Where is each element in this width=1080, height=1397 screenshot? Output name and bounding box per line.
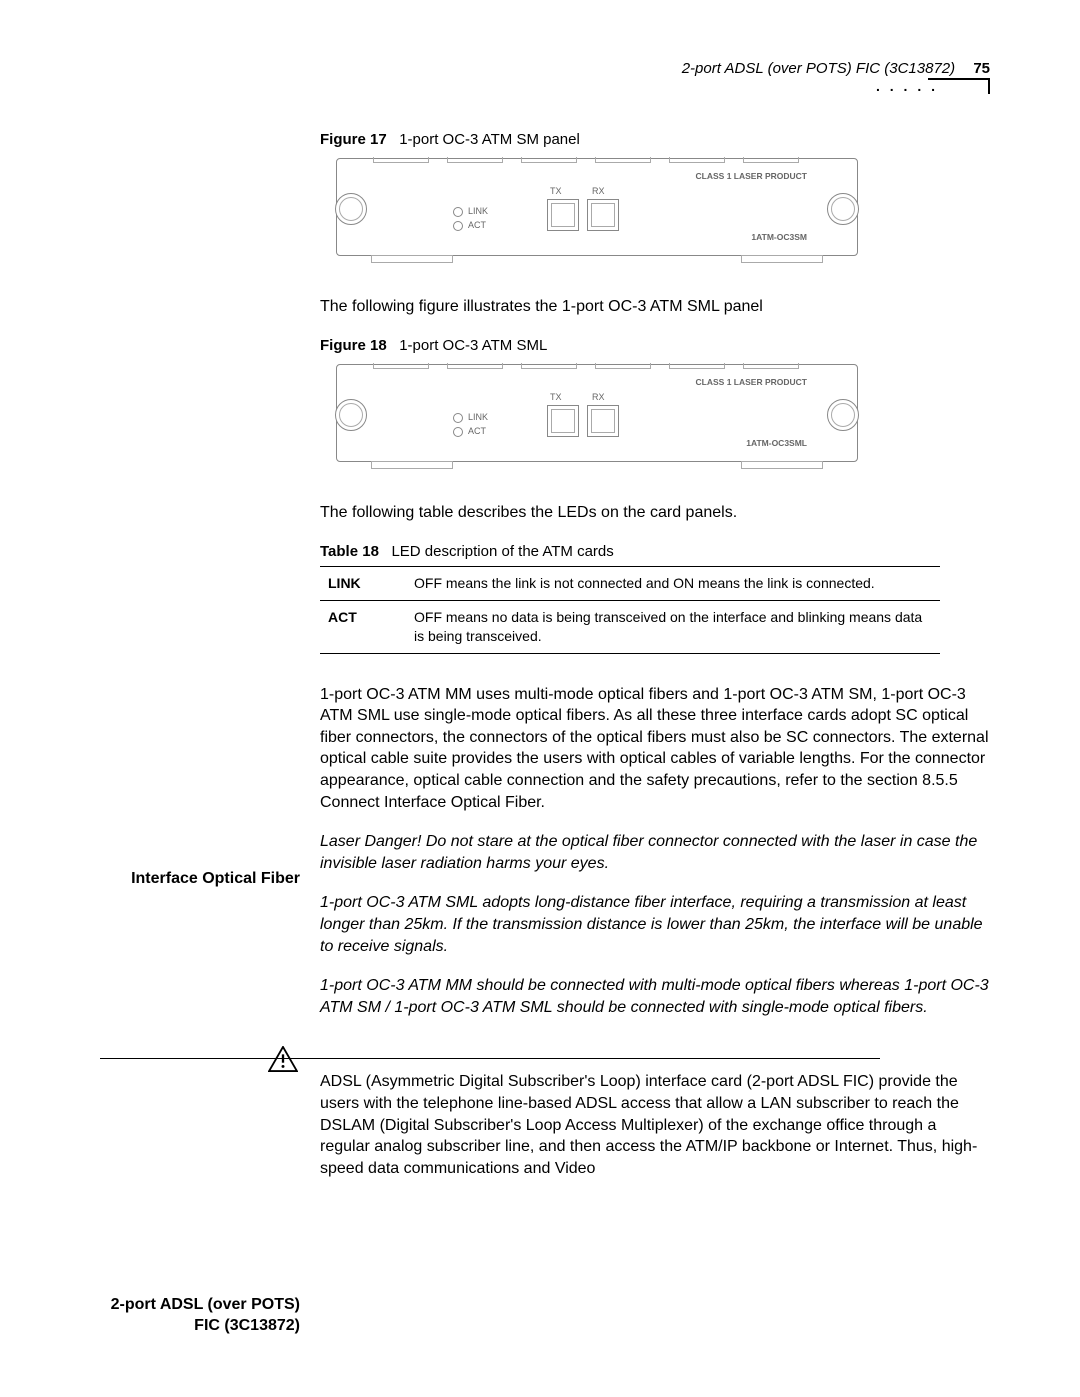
rx-port-icon [587, 405, 619, 437]
screw-icon [827, 399, 859, 431]
table-row: ACT OFF means no data is being transceiv… [320, 600, 940, 653]
model-label: 1ATM-OC3SM [751, 232, 807, 243]
page-number: 75 [973, 60, 990, 77]
act-led-label: ACT [453, 219, 486, 231]
tx-port-icon [547, 405, 579, 437]
laser-warning: Laser Danger! Do not stare at the optica… [320, 831, 990, 874]
link-led-label: LINK [453, 411, 488, 423]
figure-18-label: Figure 18 [320, 337, 387, 354]
rx-port-icon [587, 199, 619, 231]
section-divider [100, 1058, 880, 1059]
running-header: 2-port ADSL (over POTS) FIC (3C13872) 75 [682, 60, 990, 77]
led-desc: OFF means the link is not connected and … [406, 566, 940, 600]
table-18-label: Table 18 [320, 543, 379, 560]
model-label: 1ATM-OC3SML [746, 438, 807, 449]
intro-paragraph-table: The following table describes the LEDs o… [320, 502, 990, 524]
page: 2-port ADSL (over POTS) FIC (3C13872) 75… [0, 0, 1080, 1397]
led-desc: OFF means no data is being transceived o… [406, 600, 940, 653]
screw-icon [335, 399, 367, 431]
sml-distance-warning: 1-port OC-3 ATM SML adopts long-distance… [320, 892, 990, 957]
tx-port-icon [547, 199, 579, 231]
figure-17-text: 1-port OC-3 ATM SM panel [399, 131, 580, 148]
tx-label: TX [550, 185, 562, 197]
screw-icon [827, 193, 859, 225]
laser-label: CLASS 1 LASER PRODUCT [696, 171, 807, 182]
rx-label: RX [592, 391, 605, 403]
tx-label: TX [550, 391, 562, 403]
screw-icon [335, 193, 367, 225]
act-led-label: ACT [453, 425, 486, 437]
running-title: 2-port ADSL (over POTS) FIC (3C13872) [682, 60, 955, 77]
laser-label: CLASS 1 LASER PRODUCT [696, 377, 807, 388]
side-heading-adsl: 2-port ADSL (over POTS) FIC (3C13872) [100, 1295, 300, 1337]
led-name: ACT [320, 600, 406, 653]
side-heading-optical-fiber: Interface Optical Fiber [100, 869, 300, 890]
figure-18-panel: TX RX LINK ACT CLASS 1 LASER PRODUCT 1AT… [336, 364, 858, 462]
table-row: LINK OFF means the link is not connected… [320, 566, 940, 600]
rx-label: RX [592, 185, 605, 197]
adsl-paragraph: ADSL (Asymmetric Digital Subscriber's Lo… [320, 1071, 990, 1179]
link-led-label: LINK [453, 205, 488, 217]
led-table: LINK OFF means the link is not connected… [320, 566, 940, 654]
main-content: Figure 17 1-port OC-3 ATM SM panel TX RX… [320, 130, 990, 1179]
figure-17-panel: TX RX LINK ACT CLASS 1 LASER PRODUCT 1AT… [336, 158, 858, 256]
table-18-caption: Table 18 LED description of the ATM card… [320, 542, 990, 562]
optical-fiber-paragraph: 1-port OC-3 ATM MM uses multi-mode optic… [320, 684, 990, 814]
figure-18-text: 1-port OC-3 ATM SML [399, 337, 547, 354]
figure-17-caption: Figure 17 1-port OC-3 ATM SM panel [320, 130, 990, 150]
figure-17-label: Figure 17 [320, 131, 387, 148]
header-ornament [928, 78, 990, 94]
led-name: LINK [320, 566, 406, 600]
intro-paragraph-fig18: The following figure illustrates the 1-p… [320, 296, 990, 318]
table-18-text: LED description of the ATM cards [391, 543, 613, 560]
fiber-type-warning: 1-port OC-3 ATM MM should be connected w… [320, 975, 990, 1018]
figure-18-caption: Figure 18 1-port OC-3 ATM SML [320, 336, 990, 356]
